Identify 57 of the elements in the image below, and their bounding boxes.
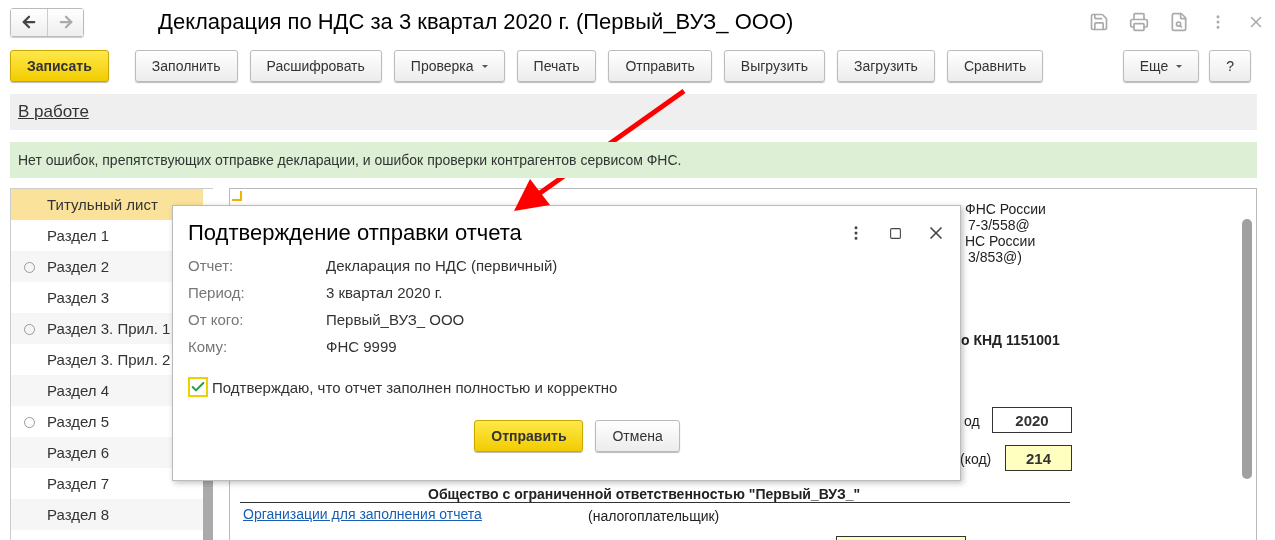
field-value: Первый_ВУЗ_ ООО xyxy=(326,311,466,328)
back-button[interactable] xyxy=(11,8,47,36)
toolbar-button[interactable]: Печать xyxy=(516,50,597,82)
header-text: 3/853@) xyxy=(968,249,1022,265)
field-value: 3 квартал 2020 г. xyxy=(326,284,444,301)
code-field[interactable]: 214 xyxy=(1005,445,1072,471)
caret-icon xyxy=(1176,64,1183,68)
header-text: ФНС России xyxy=(965,201,1046,217)
toolbar-button[interactable]: Отправить xyxy=(608,50,712,82)
form-code: о КНД 1151001 xyxy=(961,332,1060,348)
toolbar-button[interactable]: Выгрузить xyxy=(723,50,825,82)
role-text: (налогоплательщик) xyxy=(588,508,720,524)
header-text: НС России xyxy=(965,233,1036,249)
section-item[interactable]: Раздел 7 xyxy=(47,475,110,492)
section-item[interactable]: Раздел 2 xyxy=(47,258,110,275)
section-item[interactable]: Раздел 3 xyxy=(47,289,110,306)
save-icon[interactable] xyxy=(1089,12,1109,32)
field-label: Период: xyxy=(188,284,246,301)
toolbar-button[interactable]: Сравнить xyxy=(946,50,1044,82)
section-item[interactable]: Раздел 3. Прил. 2 xyxy=(47,351,171,368)
checkbox-label: Подтверждаю, что отчет заполнен полностью и корректно xyxy=(212,378,618,396)
toolbar-button[interactable]: Проверка xyxy=(393,50,505,82)
dialog-title: Подтверждение отправки отчета xyxy=(188,220,523,246)
org-link[interactable]: Организации для заполнения отчета xyxy=(243,506,482,522)
toolbar-button[interactable]: Загрузить xyxy=(836,50,935,82)
dialog-button[interactable]: Отмена xyxy=(595,420,680,452)
toolbar-button[interactable]: Записать xyxy=(10,50,109,82)
maximize-icon[interactable] xyxy=(889,226,902,240)
dialog-button[interactable]: Отправить xyxy=(474,420,584,452)
field-label: Кому: xyxy=(188,338,229,355)
field-value: Декларация по НДС (первичный) xyxy=(326,257,559,274)
section-item[interactable]: Раздел 1 xyxy=(47,227,110,244)
toolbar-button[interactable]: Расшифровать xyxy=(249,50,382,82)
field-label: Отчет: xyxy=(188,257,235,274)
section-item[interactable]: Раздел 6 xyxy=(47,444,110,461)
print-icon[interactable] xyxy=(1129,12,1149,32)
header-text: 7-3/558@ xyxy=(968,217,1030,233)
year-label: од xyxy=(964,413,980,429)
toolbar-button[interactable]: ? xyxy=(1209,50,1251,82)
status-link[interactable]: В работе xyxy=(18,102,89,122)
toolbar-button[interactable]: Заполнить xyxy=(134,50,238,82)
field-label: От кого: xyxy=(188,311,245,328)
org-name: Общество с ограниченной ответственностью "Первый_ВУЗ_" xyxy=(428,486,861,502)
field-value: ФНС 9999 xyxy=(326,338,398,355)
scrollbar[interactable] xyxy=(1242,219,1252,479)
toolbar-button[interactable]: Еще xyxy=(1122,50,1200,82)
year-field[interactable]: 2020 xyxy=(992,407,1072,433)
corner-mark xyxy=(232,191,242,201)
checkbox[interactable] xyxy=(188,377,208,397)
code-label: (код) xyxy=(960,451,992,467)
message-bar: Нет ошибок, препятствующих отправке декларации, и ошибок проверки контрагентов сервисом ФНС. xyxy=(10,142,1257,178)
section-item[interactable]: Раздел 8 xyxy=(47,506,110,523)
caret-icon xyxy=(481,64,488,68)
section-item[interactable]: Раздел 5 xyxy=(47,413,110,430)
section-item[interactable]: Раздел 4 xyxy=(47,382,110,399)
preview-icon[interactable] xyxy=(1169,12,1189,32)
window-title: Декларация по НДС за 3 квартал 2020 г. (Первый_ВУЗ_ ООО) xyxy=(158,9,795,35)
